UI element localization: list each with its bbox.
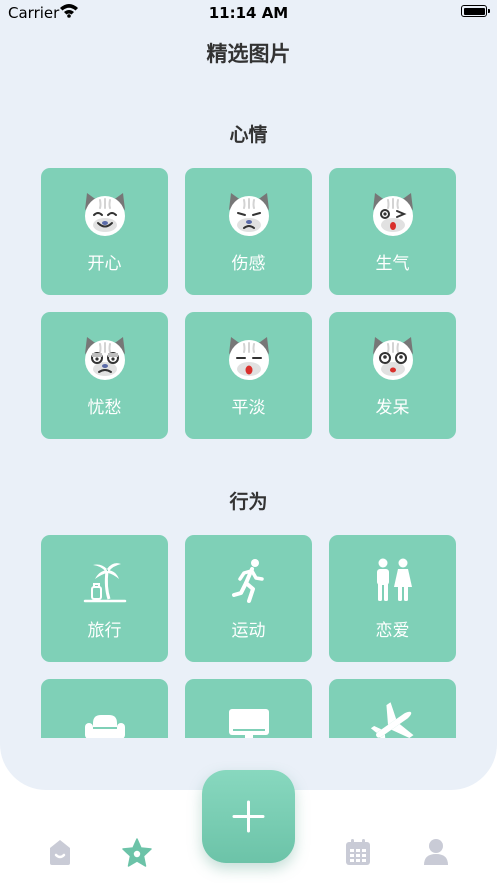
item-label: 平淡 xyxy=(231,398,266,418)
running-icon xyxy=(185,557,312,605)
star-icon xyxy=(122,838,152,867)
mood-item-daze[interactable]: 发呆 xyxy=(329,312,456,439)
clock: 11:14 AM xyxy=(208,4,289,22)
section-title-behavior: 行为 xyxy=(229,491,268,513)
item-label: 恋爱 xyxy=(375,621,410,641)
item-label: 发呆 xyxy=(375,398,410,418)
behavior-item-love[interactable]: 恋爱 xyxy=(329,535,456,662)
item-label: 旅行 xyxy=(87,621,122,641)
mood-item-happy[interactable]: 开心 xyxy=(41,168,168,295)
calendar-icon xyxy=(346,839,370,865)
item-label: 忧愁 xyxy=(87,398,122,418)
section-title-mood: 心情 xyxy=(229,124,268,146)
worried-cat-icon xyxy=(41,334,168,382)
calm-cat-icon xyxy=(185,334,312,382)
item-label: 开心 xyxy=(87,254,122,274)
mood-item-angry[interactable]: 生气 xyxy=(329,168,456,295)
behavior-item-flight[interactable] xyxy=(329,679,456,738)
couple-icon xyxy=(329,557,456,605)
plus-icon xyxy=(232,800,265,833)
item-label: 运动 xyxy=(231,621,266,641)
palm-tree-icon xyxy=(41,557,168,605)
mood-item-worried[interactable]: 忧愁 xyxy=(41,312,168,439)
item-label: 伤感 xyxy=(231,254,266,274)
happy-cat-icon xyxy=(41,190,168,238)
sad-cat-icon xyxy=(185,190,312,238)
tab-featured[interactable] xyxy=(122,838,152,871)
status-bar: Carrier 11:14 AM xyxy=(0,0,497,26)
mood-item-calm[interactable]: 平淡 xyxy=(185,312,312,439)
mood-item-sad[interactable]: 伤感 xyxy=(185,168,312,295)
monitor-icon xyxy=(185,701,312,738)
angry-cat-icon xyxy=(329,190,456,238)
daze-cat-icon xyxy=(329,334,456,382)
tab-profile[interactable] xyxy=(423,838,449,870)
add-button[interactable] xyxy=(202,770,295,863)
behavior-item-monitor[interactable] xyxy=(185,679,312,738)
tab-calendar[interactable] xyxy=(345,838,371,870)
behavior-item-sofa[interactable] xyxy=(41,679,168,738)
behavior-item-travel[interactable]: 旅行 xyxy=(41,535,168,662)
scroll-area[interactable]: 心情 开心 伤感 生气 忧愁 平淡 发呆 行为 旅行 运动 恋爱 xyxy=(0,90,497,738)
person-icon xyxy=(424,839,448,865)
airplane-icon xyxy=(329,701,456,738)
page-title: 精选图片 xyxy=(206,42,291,66)
behavior-item-sport[interactable]: 运动 xyxy=(185,535,312,662)
sofa-icon xyxy=(41,701,168,738)
tab-home[interactable] xyxy=(47,838,73,870)
home-icon xyxy=(50,840,70,865)
battery-icon xyxy=(461,5,490,17)
content-panel: 精选图片 心情 开心 伤感 生气 忧愁 平淡 发呆 行为 旅行 运动 恋爱 xyxy=(0,0,497,790)
item-label: 生气 xyxy=(375,254,410,274)
